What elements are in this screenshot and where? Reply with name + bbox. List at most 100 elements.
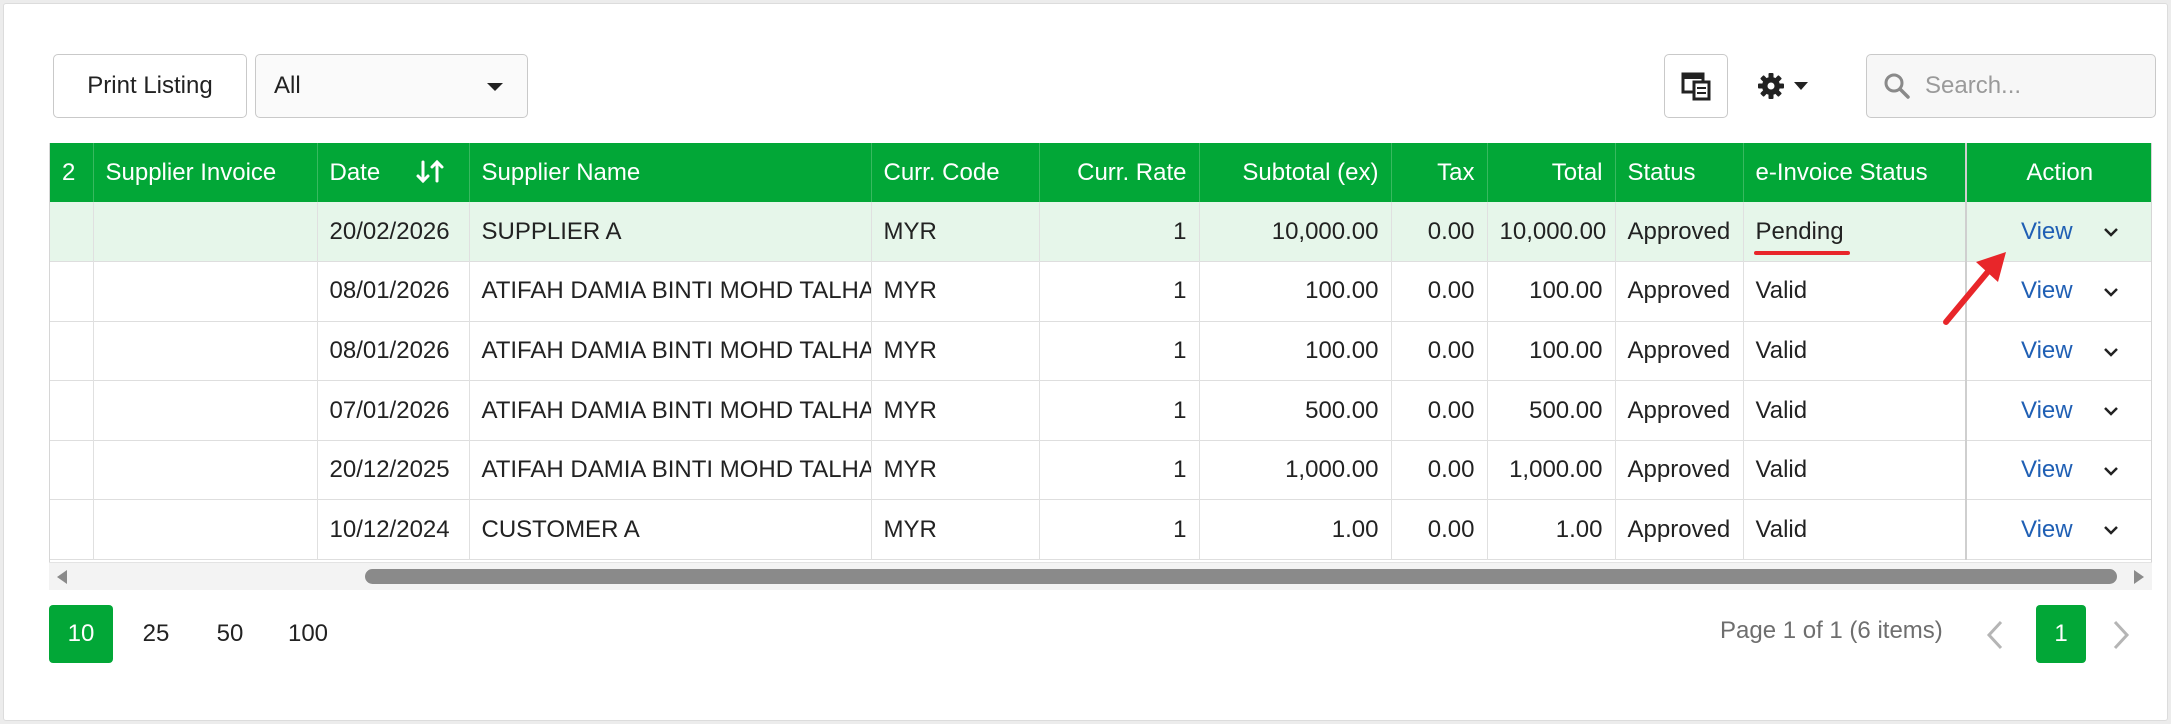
table-row[interactable]: 08/01/2026 ATIFAH DAMIA BINTI MOHD TALHA M… bbox=[50, 261, 2151, 322]
chevron-down-icon[interactable] bbox=[2103, 465, 2119, 477]
einvoice-status-text: Valid bbox=[1756, 337, 1808, 365]
print-listing-button[interactable]: Print Listing bbox=[53, 54, 247, 118]
cell-supplier-invoice bbox=[93, 499, 318, 560]
table-header-row: 2 Supplier Invoice Date Supplier Name Cu… bbox=[50, 143, 2151, 202]
chevron-down-icon[interactable] bbox=[2103, 226, 2119, 238]
chevron-down-icon[interactable] bbox=[2103, 405, 2119, 417]
page-size-10[interactable]: 10 bbox=[49, 605, 113, 663]
filter-select[interactable]: All bbox=[255, 54, 528, 118]
table-row[interactable]: 20/12/2025 ATIFAH DAMIA BINTI MOHD TALHA M… bbox=[50, 440, 2151, 500]
cell-einvoice-status: Pending bbox=[1743, 202, 1967, 262]
column-header[interactable]: Curr. Rate bbox=[1039, 143, 1200, 202]
scrollbar-thumb[interactable] bbox=[365, 569, 2117, 584]
cell-total: 100.00 bbox=[1487, 261, 1616, 322]
view-link[interactable]: View bbox=[2021, 277, 2073, 304]
cell-col0 bbox=[50, 202, 94, 262]
chevron-right-icon[interactable] bbox=[2110, 618, 2132, 652]
cell-date: 08/01/2026 bbox=[317, 321, 470, 381]
column-header[interactable]: 2 bbox=[50, 143, 94, 202]
cell-supplier-invoice bbox=[93, 261, 318, 322]
einvoice-status-text: Valid bbox=[1756, 397, 1808, 425]
column-header[interactable]: Tax bbox=[1391, 143, 1488, 202]
cell-curr-code: MYR bbox=[871, 261, 1040, 322]
page-size-100[interactable]: 100 bbox=[276, 605, 340, 663]
search-icon bbox=[1884, 73, 1910, 99]
cell-col0 bbox=[50, 440, 94, 500]
column-header[interactable]: Total bbox=[1487, 143, 1616, 202]
cell-curr-rate: 1 bbox=[1039, 261, 1200, 322]
cell-tax: 0.00 bbox=[1391, 261, 1488, 322]
cell-status: Approved bbox=[1615, 202, 1744, 262]
cell-supplier-invoice bbox=[93, 380, 318, 441]
cell-total: 10,000.00 bbox=[1487, 202, 1616, 262]
chevron-left-icon[interactable] bbox=[57, 570, 67, 584]
cell-curr-rate: 1 bbox=[1039, 321, 1200, 381]
cell-action: View bbox=[1965, 440, 2151, 500]
cell-subtotal: 500.00 bbox=[1199, 380, 1392, 441]
table-row[interactable]: 08/01/2026 ATIFAH DAMIA BINTI MOHD TALHA M… bbox=[50, 321, 2151, 381]
page-size-25[interactable]: 25 bbox=[128, 605, 184, 663]
cell-col0 bbox=[50, 321, 94, 381]
chevron-down-icon[interactable] bbox=[2103, 286, 2119, 298]
cell-supplier-name: CUSTOMER A bbox=[469, 499, 872, 560]
cell-einvoice-status: Valid bbox=[1743, 321, 1967, 381]
table-row[interactable]: 07/01/2026 ATIFAH DAMIA BINTI MOHD TALHA M… bbox=[50, 380, 2151, 441]
column-header[interactable]: Supplier Invoice bbox=[93, 143, 318, 202]
view-link[interactable]: View bbox=[2021, 456, 2073, 483]
page-size-50[interactable]: 50 bbox=[202, 605, 258, 663]
einvoice-status-label: Valid bbox=[1755, 515, 1808, 543]
search-box[interactable] bbox=[1866, 54, 2156, 118]
table-row[interactable]: 20/02/2026 SUPPLIER A MYR 1 10,000.00 0.00 10,… bbox=[50, 202, 2151, 262]
view-link[interactable]: View bbox=[2021, 337, 2073, 364]
cell-tax: 0.00 bbox=[1391, 440, 1488, 500]
view-link[interactable]: View bbox=[2021, 218, 2073, 245]
search-input[interactable] bbox=[1925, 72, 2135, 100]
invoice-grid: 2 Supplier Invoice Date Supplier Name Cu… bbox=[49, 143, 2152, 590]
cell-curr-rate: 1 bbox=[1039, 380, 1200, 441]
column-header-date[interactable]: Date bbox=[317, 143, 470, 202]
settings-button[interactable] bbox=[1746, 54, 1820, 118]
chevron-down-icon[interactable] bbox=[2103, 524, 2119, 536]
page-info: Page 1 of 1 (6 items) bbox=[1720, 617, 1943, 644]
column-header[interactable]: Subtotal (ex) bbox=[1199, 143, 1392, 202]
cell-einvoice-status: Valid bbox=[1743, 261, 1967, 322]
chevron-left-icon[interactable] bbox=[1984, 618, 2006, 652]
cell-einvoice-status: Valid bbox=[1743, 440, 1967, 500]
cell-subtotal: 1,000.00 bbox=[1199, 440, 1392, 500]
column-header[interactable]: Curr. Code bbox=[871, 143, 1040, 202]
cell-status: Approved bbox=[1615, 499, 1744, 560]
invoice-table: 2 Supplier Invoice Date Supplier Name Cu… bbox=[50, 143, 2151, 560]
cell-einvoice-status: Valid bbox=[1743, 380, 1967, 441]
horizontal-scrollbar[interactable] bbox=[49, 562, 2152, 590]
cell-total: 1.00 bbox=[1487, 499, 1616, 560]
column-chooser-button[interactable] bbox=[1664, 54, 1728, 118]
cell-total: 1,000.00 bbox=[1487, 440, 1616, 500]
table-body: 20/02/2026 SUPPLIER A MYR 1 10,000.00 0.00 10,… bbox=[50, 202, 2151, 560]
cell-supplier-invoice bbox=[93, 202, 318, 262]
einvoice-status-text: Valid bbox=[1756, 456, 1808, 484]
view-link[interactable]: View bbox=[2021, 397, 2073, 424]
table-row[interactable]: 10/12/2024 CUSTOMER A MYR 1 1.00 0.00 1.00 Appr… bbox=[50, 499, 2151, 560]
cell-status: Approved bbox=[1615, 380, 1744, 441]
einvoice-status-label: Valid bbox=[1755, 396, 1808, 424]
einvoice-status-label: Pending bbox=[1755, 217, 1844, 245]
cell-curr-code: MYR bbox=[871, 380, 1040, 441]
sort-icon[interactable] bbox=[415, 159, 445, 185]
cell-supplier-invoice bbox=[93, 440, 318, 500]
einvoice-status-text: Valid bbox=[1756, 516, 1808, 544]
view-link[interactable]: View bbox=[2021, 516, 2073, 543]
cell-curr-code: MYR bbox=[871, 440, 1040, 500]
chevron-down-icon[interactable] bbox=[2103, 346, 2119, 358]
cell-subtotal: 1.00 bbox=[1199, 499, 1392, 560]
column-header[interactable]: Supplier Name bbox=[469, 143, 872, 202]
cell-curr-code: MYR bbox=[871, 202, 1040, 262]
column-header[interactable]: Status bbox=[1615, 143, 1744, 202]
einvoice-status-text: Pending bbox=[1753, 217, 1850, 255]
cell-supplier-invoice bbox=[93, 321, 318, 381]
chevron-right-icon[interactable] bbox=[2134, 570, 2144, 584]
einvoice-status-text: Valid bbox=[1756, 277, 1808, 305]
cell-tax: 0.00 bbox=[1391, 202, 1488, 262]
cell-col0 bbox=[50, 261, 94, 322]
column-header[interactable]: e-Invoice Status bbox=[1743, 143, 1967, 202]
page-number-button[interactable]: 1 bbox=[2036, 605, 2086, 663]
